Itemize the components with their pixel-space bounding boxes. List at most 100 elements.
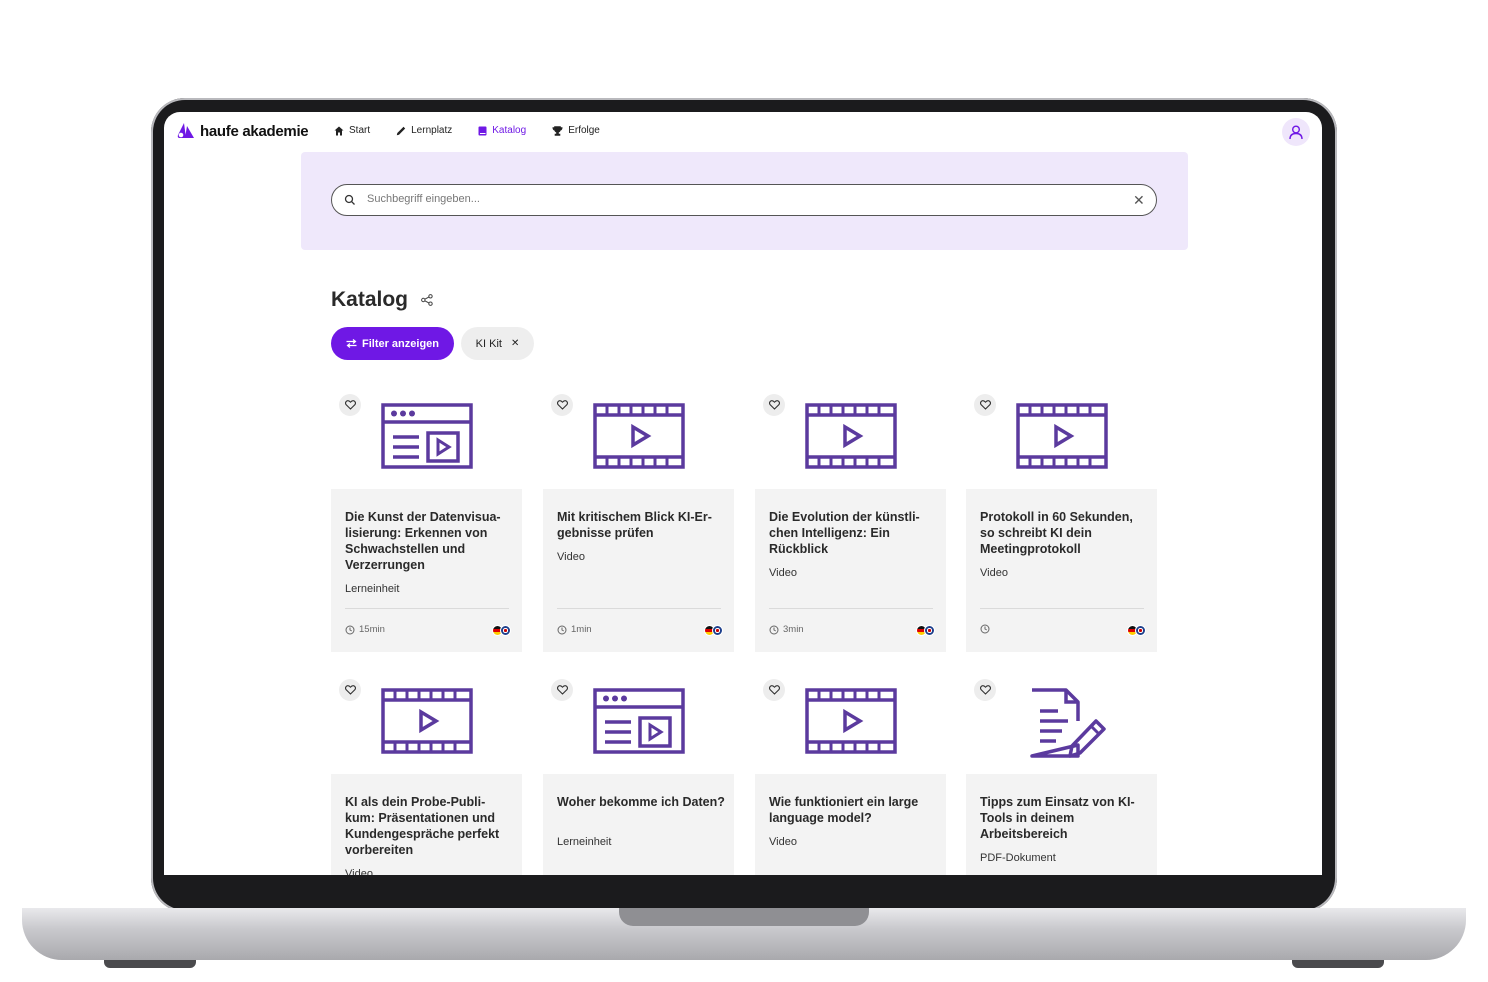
flag-en-icon — [500, 625, 511, 636]
favorite-button[interactable] — [763, 679, 785, 701]
clock-icon — [345, 625, 355, 634]
main-nav: Start Lernplatz Katalog Erfolge — [334, 125, 600, 136]
search-box[interactable]: ✕ — [331, 184, 1157, 216]
top-navigation: haufe akademie Start Lernplatz Katalog E… — [164, 112, 1322, 150]
language-flags — [704, 625, 723, 636]
heart-icon — [979, 400, 991, 410]
catalog-card[interactable]: Protokoll in 60 Sekunden, so schreibt KI… — [966, 388, 1157, 652]
card-type: Video — [769, 836, 797, 848]
favorite-button[interactable] — [974, 679, 996, 701]
card-duration-text: 15min — [359, 624, 385, 635]
search-icon — [344, 194, 355, 205]
card-type: Video — [769, 567, 797, 579]
user-icon — [1289, 125, 1303, 140]
favorite-button[interactable] — [339, 394, 361, 416]
page-title: Katalog — [331, 288, 409, 311]
show-filters-button[interactable]: Filter anzeigen — [331, 327, 454, 360]
nav-label-erfolge: Erfolge — [568, 125, 600, 136]
show-filters-label: Filter anzeigen — [361, 337, 440, 350]
flag-en-icon — [924, 625, 935, 636]
card-type: Lerneinheit — [557, 836, 612, 848]
nav-label-start: Start — [349, 125, 371, 136]
catalog-card[interactable]: Die Kunst der Datenvisua-lisierung: Erke… — [331, 388, 522, 652]
card-duration: 3min — [769, 624, 804, 635]
haufe-logo-icon — [177, 123, 194, 138]
video-icon — [805, 688, 897, 754]
card-duration: 15min — [345, 624, 385, 635]
card-duration — [980, 624, 994, 634]
remove-chip-icon[interactable]: ✕ — [511, 338, 519, 349]
favorite-button[interactable] — [974, 394, 996, 416]
filter-chip-label: KI Kit — [475, 337, 502, 350]
card-image-area — [755, 388, 946, 489]
card-title: Wie funktioniert ein large language mode… — [769, 795, 919, 825]
catalog-card[interactable]: Woher bekomme ich Daten? Lerneinheit — [543, 673, 734, 875]
language-flags — [1127, 625, 1146, 636]
brand-logo[interactable]: haufe akademie — [176, 122, 309, 140]
catalog-card[interactable]: Mit kritischem Blick KI-Er-gebnisse prüf… — [543, 388, 734, 652]
home-icon — [334, 126, 344, 135]
card-divider — [769, 608, 933, 609]
catalog-card[interactable]: KI als dein Probe-Publi-kum: Präsentatio… — [331, 673, 522, 875]
card-image-area — [331, 388, 522, 489]
card-type: Video — [980, 567, 1008, 579]
share-icon[interactable] — [421, 294, 433, 306]
nav-label-katalog: Katalog — [492, 125, 527, 136]
card-image-area — [966, 388, 1157, 489]
nav-item-start[interactable]: Start — [334, 125, 370, 136]
card-divider — [345, 608, 509, 609]
catalog-card[interactable]: Wie funktioniert ein large language mode… — [755, 673, 946, 875]
clear-search-icon[interactable]: ✕ — [1133, 192, 1145, 208]
video-icon — [381, 688, 473, 754]
heart-icon — [344, 685, 356, 695]
laptop-notch — [619, 908, 869, 926]
card-divider — [980, 608, 1144, 609]
laptop-foot-left — [104, 960, 196, 968]
favorite-button[interactable] — [551, 394, 573, 416]
trophy-icon — [552, 125, 563, 136]
heart-icon — [768, 400, 780, 410]
favorite-button[interactable] — [339, 679, 361, 701]
card-duration: 1min — [557, 624, 592, 635]
card-title: Tipps zum Einsatz von KI-Tools in deinem… — [980, 795, 1135, 841]
heart-icon — [979, 685, 991, 695]
filter-swap-icon — [346, 339, 357, 348]
nav-item-lernplatz[interactable]: Lernplatz — [396, 125, 452, 136]
flag-en-icon — [712, 625, 723, 636]
card-divider — [557, 608, 721, 609]
nav-item-erfolge[interactable]: Erfolge — [552, 125, 600, 136]
card-type: PDF-Dokument — [980, 852, 1056, 864]
app-screen: haufe akademie Start Lernplatz Katalog E… — [164, 112, 1322, 875]
nav-label-lernplatz: Lernplatz — [411, 125, 453, 136]
card-image-area — [543, 388, 734, 489]
heart-icon — [768, 685, 780, 695]
favorite-button[interactable] — [551, 679, 573, 701]
heart-icon — [556, 685, 568, 695]
catalog-card[interactable]: Tipps zum Einsatz von KI-Tools in deinem… — [966, 673, 1157, 875]
clock-icon — [769, 625, 779, 634]
search-input[interactable] — [365, 192, 1069, 206]
card-duration-text: 3min — [783, 624, 804, 635]
card-type: Lerneinheit — [345, 583, 400, 595]
language-flags — [916, 625, 935, 636]
heart-icon — [556, 400, 568, 410]
video-icon — [805, 403, 897, 469]
video-icon — [593, 403, 685, 469]
card-title: KI als dein Probe-Publi-kum: Präsentatio… — [345, 795, 500, 857]
card-title: Woher bekomme ich Daten? — [557, 795, 725, 809]
clock-icon — [557, 625, 567, 634]
favorite-button[interactable] — [763, 394, 785, 416]
search-panel: ✕ — [301, 152, 1188, 250]
user-avatar-button[interactable] — [1282, 118, 1310, 146]
book-icon — [478, 126, 487, 135]
catalog-card[interactable]: Die Evolution der künstli-chen Intellige… — [755, 388, 946, 652]
card-image-area — [966, 673, 1157, 774]
nav-item-katalog[interactable]: Katalog — [478, 125, 526, 136]
video-icon — [1016, 403, 1108, 469]
filter-chip-ki-kit[interactable]: KI Kit ✕ — [461, 327, 534, 360]
card-type: Video — [345, 868, 373, 875]
flag-en-icon — [1135, 625, 1146, 636]
card-image-area — [331, 673, 522, 774]
pencil-icon — [396, 126, 406, 135]
learning-unit-icon — [381, 403, 473, 469]
